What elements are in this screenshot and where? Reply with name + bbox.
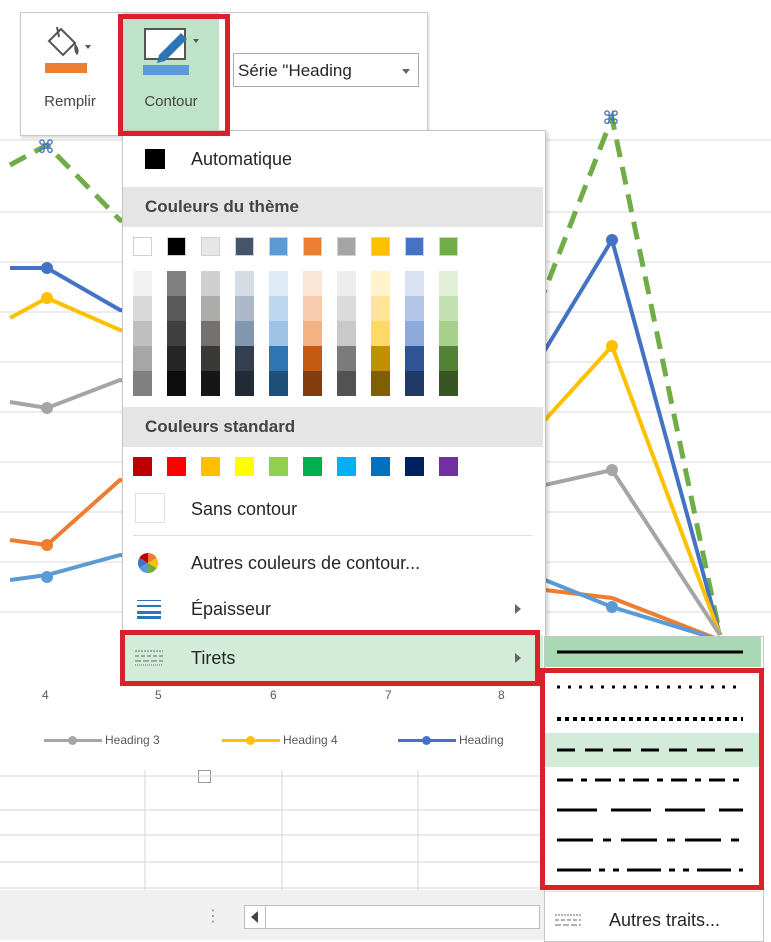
color-swatch[interactable] <box>201 457 220 476</box>
paint-bucket-icon <box>45 26 91 73</box>
scroll-left-icon[interactable] <box>251 911 258 923</box>
empty-swatch <box>135 493 165 523</box>
x-tick-label: 4 <box>42 688 49 702</box>
x-tick-label: 7 <box>385 688 392 702</box>
legend-item-heading-3[interactable]: Heading 3 <box>44 733 160 747</box>
section-header-theme-colors: Couleurs du thème <box>123 187 543 227</box>
outline-dropdown-menu: Automatique Couleurs du thème Couleurs s… <box>122 130 546 682</box>
chevron-right-icon <box>515 604 521 614</box>
shade-column[interactable] <box>439 271 458 396</box>
highlight-outline-button <box>118 14 230 136</box>
menu-item-automatic[interactable]: Automatique <box>123 137 543 181</box>
color-swatch[interactable] <box>269 457 288 476</box>
color-swatch[interactable] <box>371 457 390 476</box>
color-swatch[interactable] <box>337 237 356 256</box>
color-swatch[interactable] <box>337 457 356 476</box>
solid-line-icon <box>557 650 743 654</box>
horizontal-scrollbar[interactable] <box>244 905 540 929</box>
chevron-down-icon <box>402 69 410 74</box>
menu-item-no-outline[interactable]: Sans contour <box>123 487 543 531</box>
svg-text:⌘: ⌘ <box>37 137 55 158</box>
legend-label: Heading 4 <box>283 733 338 747</box>
menu-item-label: Autres couleurs de contour... <box>191 552 421 573</box>
black-swatch <box>145 149 165 169</box>
color-swatch[interactable] <box>405 237 424 256</box>
color-swatch[interactable] <box>371 237 390 256</box>
fill-button[interactable]: Remplir <box>27 13 113 133</box>
menu-item-label: Épaisseur <box>191 598 272 619</box>
color-swatch[interactable] <box>405 457 424 476</box>
menu-item-label: Autres traits... <box>609 910 721 930</box>
color-swatch[interactable] <box>439 237 458 256</box>
shade-column[interactable] <box>167 271 186 396</box>
legend-marker <box>222 735 280 745</box>
legend-label: Heading 3 <box>105 733 160 747</box>
shade-column[interactable] <box>201 271 220 396</box>
shade-column[interactable] <box>133 271 152 396</box>
color-swatch[interactable] <box>133 237 152 256</box>
shade-column[interactable] <box>303 271 322 396</box>
color-swatch[interactable] <box>235 237 254 256</box>
legend-item-heading[interactable]: Heading <box>398 733 504 747</box>
section-header-standard-colors: Couleurs standard <box>123 407 543 447</box>
fill-label: Remplir <box>44 93 96 110</box>
color-swatch[interactable] <box>303 457 322 476</box>
submenu-separator <box>545 891 761 892</box>
shade-column[interactable] <box>235 271 254 396</box>
menu-separator <box>133 535 533 536</box>
color-swatch[interactable] <box>235 457 254 476</box>
legend-marker <box>398 735 456 745</box>
menu-item-more-lines[interactable]: Autres traits... <box>545 901 761 941</box>
highlight-dashes-item <box>120 630 540 686</box>
color-swatch[interactable] <box>201 237 220 256</box>
split-handle-icon[interactable]: ⋮ <box>205 906 221 926</box>
svg-text:⌘: ⌘ <box>602 108 620 129</box>
menu-item-label: Automatique <box>191 148 293 169</box>
chart-element-select[interactable]: Série "Heading <box>233 53 419 87</box>
x-tick-label: 5 <box>155 688 162 702</box>
dash-type-icon <box>555 914 581 926</box>
line-weight-icon <box>137 600 161 619</box>
spreadsheet-grid <box>0 770 540 890</box>
color-swatch[interactable] <box>167 237 186 256</box>
shade-column[interactable] <box>269 271 288 396</box>
menu-item-label: Sans contour <box>191 498 298 519</box>
series-select-value: Série "Heading <box>238 61 352 80</box>
color-wheel-icon <box>137 552 159 574</box>
legend-label: Heading <box>459 733 504 747</box>
color-swatch[interactable] <box>167 457 186 476</box>
color-swatch[interactable] <box>439 457 458 476</box>
highlight-dash-options <box>540 668 764 890</box>
color-swatch[interactable] <box>133 457 152 476</box>
menu-item-weight[interactable]: Épaisseur <box>123 587 543 631</box>
shade-column[interactable] <box>371 271 390 396</box>
shade-column[interactable] <box>337 271 356 396</box>
dash-option-solid[interactable] <box>545 637 761 667</box>
x-tick-label: 6 <box>270 688 277 702</box>
x-tick-label: 8 <box>498 688 505 702</box>
color-swatch[interactable] <box>303 237 322 256</box>
menu-item-more-colors[interactable]: Autres couleurs de contour... <box>123 541 543 585</box>
legend-item-heading-4[interactable]: Heading 4 <box>222 733 338 747</box>
legend-marker <box>44 735 102 745</box>
color-swatch[interactable] <box>269 237 288 256</box>
shade-column[interactable] <box>405 271 424 396</box>
